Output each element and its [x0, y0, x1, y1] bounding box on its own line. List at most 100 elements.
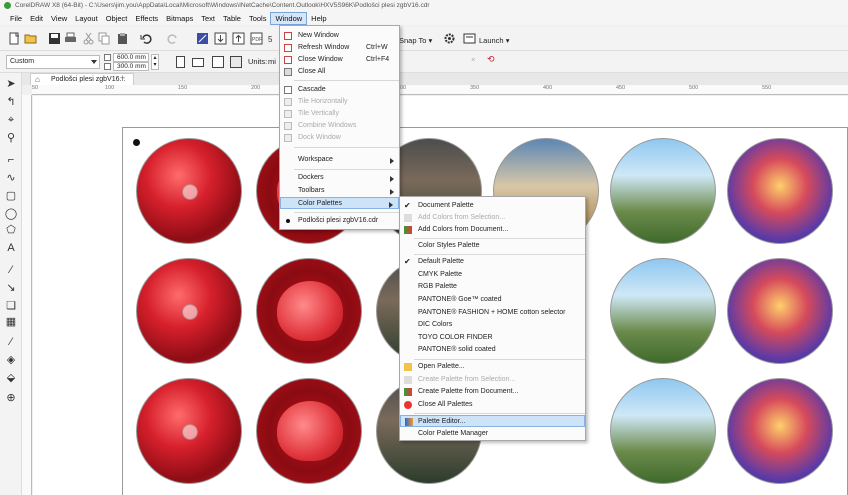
new-document-icon[interactable] — [8, 32, 21, 45]
page-width-field[interactable]: 600.0 mm — [113, 53, 149, 62]
undo-icon[interactable] — [140, 32, 153, 45]
smart-fill-icon[interactable]: ⬙ — [4, 371, 18, 385]
launch-dropdown[interactable]: Launch ▾ — [479, 36, 509, 45]
interactive-fill-icon[interactable]: ◈ — [4, 353, 18, 367]
coaster-heart[interactable] — [256, 378, 362, 484]
landscape-icon[interactable] — [192, 58, 204, 67]
new-tab-button[interactable]: + — [120, 73, 125, 84]
menu-layout[interactable]: Layout — [71, 13, 102, 24]
page-height-field[interactable]: 300.0 mm — [113, 62, 149, 71]
menu-cascade[interactable]: Cascade — [280, 84, 399, 96]
menu-dock-window[interactable]: Dock Window — [280, 132, 399, 144]
coaster-pavilion[interactable] — [727, 258, 833, 364]
menu-add-colors-document[interactable]: Add Colors from Document... — [400, 224, 585, 236]
menu-dic-colors[interactable]: DIC Colors — [400, 319, 585, 331]
menu-tile-vertically[interactable]: Tile Vertically — [280, 108, 399, 120]
menu-create-palette-selection[interactable]: Create Palette from Selection... — [400, 374, 585, 386]
menu-tools[interactable]: Tools — [245, 13, 271, 24]
menu-dockers[interactable]: Dockers — [280, 172, 399, 184]
redo-icon[interactable] — [166, 32, 179, 45]
coaster-building[interactable] — [610, 258, 716, 364]
publish-pdf-icon[interactable]: PDF — [250, 32, 263, 45]
menu-tile-horizontally[interactable]: Tile Horizontally — [280, 96, 399, 108]
shape-tool-icon[interactable]: ↰ — [4, 95, 18, 109]
zoom-tool-icon[interactable]: ⚲ — [4, 131, 18, 145]
coaster-building[interactable] — [610, 378, 716, 484]
menu-help[interactable]: Help — [307, 13, 330, 24]
connector-tool-icon[interactable]: ↘ — [4, 281, 18, 295]
menu-bitmaps[interactable]: Bitmaps — [162, 13, 197, 24]
import-icon[interactable] — [214, 32, 227, 45]
menu-edit[interactable]: Edit — [26, 13, 47, 24]
menu-create-palette-document[interactable]: Create Palette from Document... — [400, 386, 585, 398]
menu-new-window[interactable]: New Window — [280, 30, 399, 42]
crop-tool-icon[interactable]: ⌖ — [4, 113, 18, 127]
menu-default-palette[interactable]: ✔ Default Palette — [400, 256, 585, 268]
coaster-building[interactable] — [610, 138, 716, 244]
menu-workspace[interactable]: Workspace — [280, 154, 399, 166]
coaster-red-umbrella[interactable] — [136, 258, 242, 364]
menu-close-window[interactable]: Close Window Ctrl+F4 — [280, 54, 399, 66]
bucket-fill-icon[interactable]: ⟲ — [487, 54, 495, 65]
drop-shadow-icon[interactable]: ❏ — [4, 299, 18, 313]
options-gear-icon[interactable] — [443, 32, 456, 45]
menu-combine-windows[interactable]: Combine Windows — [280, 120, 399, 132]
menu-close-all[interactable]: Close All — [280, 66, 399, 78]
artistic-media-icon[interactable]: ∿ — [4, 171, 18, 185]
menu-document-palette[interactable]: ✔ Document Palette — [400, 200, 585, 212]
menu-object[interactable]: Object — [102, 13, 132, 24]
menu-color-palette-manager[interactable]: Color Palette Manager — [400, 428, 585, 440]
menu-open-palette[interactable]: Open Palette... — [400, 361, 585, 373]
menu-pantone-fashion[interactable]: PANTONE® FASHION + HOME cotton selector — [400, 307, 585, 319]
menu-effects[interactable]: Effects — [131, 13, 162, 24]
search-content-icon[interactable] — [196, 32, 209, 45]
eyedropper-icon[interactable]: ⁄ — [4, 335, 18, 349]
menu-toolbars[interactable]: Toolbars — [280, 185, 399, 197]
page-size-dropdown[interactable]: Custom — [6, 55, 100, 69]
home-icon[interactable]: ⌂ — [35, 76, 40, 84]
vertical-ruler[interactable] — [22, 95, 32, 495]
all-pages-icon[interactable] — [212, 56, 224, 68]
menu-window[interactable]: Window — [270, 11, 308, 25]
document-tab[interactable]: ⌂ Podlošci plesi zgbV16... — [30, 73, 135, 85]
coaster-pavilion[interactable] — [727, 138, 833, 244]
copy-icon[interactable] — [98, 32, 111, 45]
launch-icon[interactable] — [463, 32, 476, 45]
menu-table[interactable]: Table — [219, 13, 245, 24]
menu-add-colors-selection[interactable]: Add Colors from Selection... — [400, 212, 585, 224]
menu-toyo-color-finder[interactable]: TOYO COLOR FINDER — [400, 332, 585, 344]
menu-color-palettes[interactable]: Color Palettes — [280, 197, 399, 209]
portrait-icon[interactable] — [176, 56, 185, 68]
menu-close-all-palettes[interactable]: Close All Palettes — [400, 399, 585, 411]
menu-color-styles-palette[interactable]: Color Styles Palette — [400, 240, 585, 252]
menu-refresh-window[interactable]: Refresh Window Ctrl+W — [280, 42, 399, 54]
coaster-heart[interactable] — [256, 258, 362, 364]
freehand-tool-icon[interactable]: ⌐ — [4, 153, 18, 167]
menu-view[interactable]: View — [47, 13, 71, 24]
cut-icon[interactable] — [82, 32, 95, 45]
menu-pantone-solid-coated[interactable]: PANTONE® solid coated — [400, 344, 585, 356]
current-page-icon[interactable] — [230, 56, 242, 68]
text-tool-icon[interactable]: A — [4, 241, 18, 255]
snap-to-dropdown[interactable]: Snap To ▾ — [399, 36, 432, 45]
menu-palette-editor[interactable]: Palette Editor... — [400, 415, 585, 427]
add-tool-icon[interactable]: ⊕ — [4, 391, 18, 405]
close-icon[interactable]: × — [471, 55, 475, 64]
pick-tool-icon[interactable]: ➤ — [4, 77, 18, 91]
parallel-dimension-icon[interactable]: ⁄ — [4, 263, 18, 277]
menu-cmyk-palette[interactable]: CMYK Palette — [400, 269, 585, 281]
transparency-icon[interactable]: ▦ — [4, 315, 18, 329]
paste-icon[interactable] — [116, 32, 129, 45]
units-dropdown[interactable]: mi — [268, 57, 276, 66]
ellipse-tool-icon[interactable]: ◯ — [4, 207, 18, 221]
coaster-pavilion[interactable] — [727, 378, 833, 484]
rectangle-tool-icon[interactable]: ▢ — [4, 189, 18, 203]
open-document-icon[interactable] — [24, 32, 37, 45]
print-icon[interactable] — [64, 32, 77, 45]
coaster-red-umbrella[interactable] — [136, 378, 242, 484]
export-icon[interactable] — [232, 32, 245, 45]
save-icon[interactable] — [48, 32, 61, 45]
coaster-red-umbrella[interactable] — [136, 138, 242, 244]
menu-open-document[interactable]: Podlošci plesi zgbV16.cdr — [280, 215, 399, 227]
menu-file[interactable]: File — [6, 13, 26, 24]
